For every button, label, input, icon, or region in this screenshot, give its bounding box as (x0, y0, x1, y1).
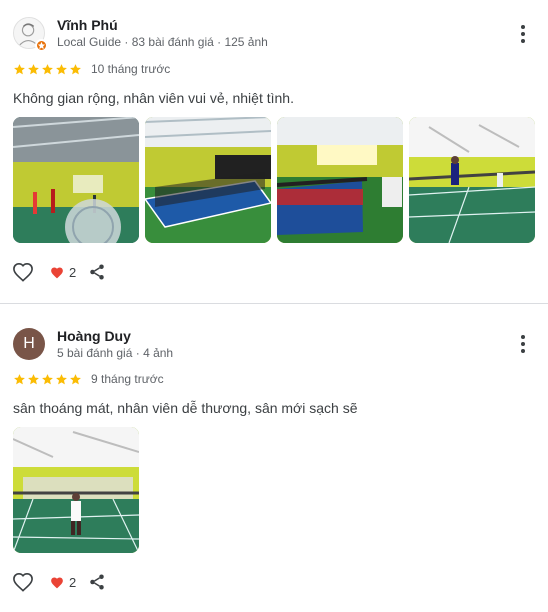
more-options-button[interactable] (512, 23, 534, 45)
share-button[interactable] (88, 263, 106, 281)
reaction-count: 2 (69, 574, 77, 590)
local-guide-badge-icon (35, 39, 48, 52)
reactions[interactable]: 2 (50, 265, 76, 280)
star-icon (70, 373, 81, 384)
divider (0, 303, 548, 304)
more-vert-icon (521, 335, 525, 339)
reviewer-meta[interactable]: 5 bài đánh giá · 4 ảnh (57, 346, 173, 360)
star-icon (14, 373, 25, 384)
review-photo[interactable] (13, 117, 139, 243)
review-actions: 2 (12, 262, 106, 282)
share-icon (90, 574, 104, 590)
star-icon (14, 63, 25, 74)
star-icon (28, 63, 39, 74)
review-photo[interactable] (13, 427, 139, 553)
avatar-letter: H (13, 328, 45, 360)
avatar[interactable]: H (13, 328, 45, 360)
rating-row: 10 tháng trước (13, 62, 170, 76)
heart-filled-icon (51, 267, 63, 278)
star-rating (13, 63, 82, 76)
share-icon (90, 264, 104, 280)
avatar[interactable] (13, 17, 48, 52)
heart-outline-icon (13, 262, 33, 282)
heart-filled-icon (51, 577, 63, 588)
reaction-count: 2 (69, 264, 77, 280)
star-icon (56, 63, 67, 74)
reactions[interactable]: 2 (50, 575, 76, 590)
review-photo[interactable] (145, 117, 271, 243)
review-time: 9 tháng trước (91, 372, 164, 386)
star-icon (56, 373, 67, 384)
review-text: sân thoáng mát, nhân viên dễ thương, sân… (13, 400, 358, 416)
star-icon (42, 63, 53, 74)
reviewer-meta[interactable]: Local Guide · 83 bài đánh giá · 125 ảnh (57, 35, 268, 49)
share-button[interactable] (88, 573, 106, 591)
review-photo[interactable] (409, 117, 535, 243)
more-options-button[interactable] (512, 333, 534, 355)
review-card: H Hoàng Duy 5 bài đánh giá · 4 ảnh 9 thá… (0, 310, 548, 612)
photo-gallery (13, 427, 139, 553)
heart-outline-icon (13, 572, 33, 592)
review-card: Vĩnh Phú Local Guide · 83 bài đánh giá ·… (0, 0, 548, 302)
like-button[interactable] (12, 262, 34, 282)
review-text: Không gian rộng, nhân viên vui vẻ, nhiệt… (13, 90, 294, 106)
review-actions: 2 (12, 572, 106, 592)
star-rating (13, 373, 82, 386)
reviewer-name[interactable]: Hoàng Duy (57, 328, 131, 344)
photo-gallery (13, 117, 535, 243)
like-button[interactable] (12, 572, 34, 592)
rating-row: 9 tháng trước (13, 372, 164, 386)
star-icon (42, 373, 53, 384)
star-icon (28, 373, 39, 384)
review-photo[interactable] (277, 117, 403, 243)
review-time: 10 tháng trước (91, 62, 171, 76)
more-vert-icon (521, 25, 525, 29)
reviewer-name[interactable]: Vĩnh Phú (57, 17, 118, 33)
star-icon (70, 63, 81, 74)
